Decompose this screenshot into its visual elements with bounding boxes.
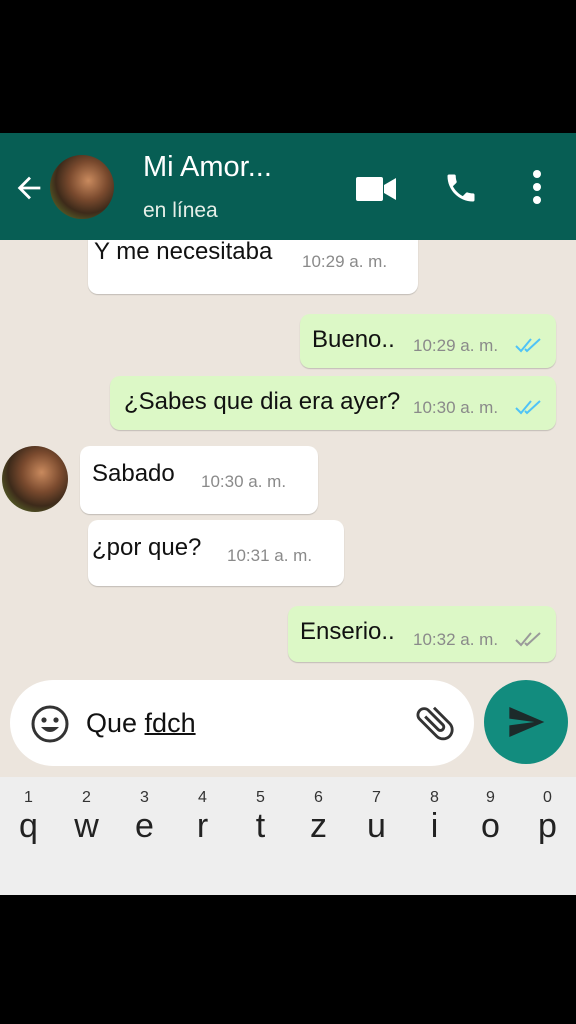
read-ticks-icon [515,338,541,353]
key-number: 4 [198,789,207,806]
delivered-ticks-icon [515,632,541,647]
key-number: 2 [82,789,91,806]
key-u[interactable]: 7 u [348,777,405,895]
back-arrow-icon[interactable] [12,171,46,205]
message-time: 10:30 a. m. [201,472,287,491]
read-ticks-icon [515,400,541,415]
key-w[interactable]: 2 w [58,777,115,895]
key-o[interactable]: 9 o [462,777,519,895]
message-time: 10:29 a. m. [302,252,388,271]
chat-header: Mi Amor... en línea [0,133,576,240]
message-text: Y me necesitaba [94,240,273,265]
key-letter: o [481,807,500,845]
message-outgoing[interactable]: Enserio.. 10:32 a. m. [288,606,556,662]
contact-status: en línea [143,199,218,222]
key-letter: w [74,807,99,845]
key-letter: r [196,807,209,845]
key-number: 6 [314,789,323,806]
key-letter: i [430,807,439,845]
key-letter: u [367,807,386,845]
message-text: Sabado [92,460,175,487]
message-text: ¿Sabes que dia era ayer? [124,388,401,415]
key-number: 7 [372,789,381,806]
phone-call-icon[interactable] [443,170,479,206]
input-text-prefix: Que [86,708,145,738]
key-number: 5 [256,789,265,806]
paperclip-icon[interactable] [412,700,458,746]
emoji-icon[interactable] [30,704,70,744]
message-time: 10:30 a. m. [413,398,499,417]
key-number: 0 [543,789,552,806]
key-letter: p [538,807,557,845]
key-z[interactable]: 6 z [290,777,347,895]
message-incoming[interactable]: ¿por que? 10:31 a. m. [88,520,344,586]
message-outgoing[interactable]: Bueno.. 10:29 a. m. [300,314,556,368]
key-letter: e [135,807,154,845]
key-r[interactable]: 4 r [174,777,231,895]
message-time: 10:29 a. m. [413,336,499,355]
send-icon [509,707,545,737]
key-letter: z [310,807,327,845]
keyboard: 1 q 2 w 3 e 4 r 5 t 6 z 7 u 8 i 9 o 0 p [0,777,576,895]
key-number: 1 [24,789,33,806]
chat-area[interactable]: Y me necesitaba 10:29 a. m. Bueno.. 10:2… [0,240,576,777]
message-text: ¿por que? [92,534,202,561]
key-letter: t [255,807,266,845]
message-outgoing[interactable]: ¿Sabes que dia era ayer? 10:30 a. m. [110,376,556,430]
input-text-underlined: fdch [144,708,196,738]
key-i[interactable]: 8 i [406,777,463,895]
message-incoming[interactable]: Y me necesitaba 10:29 a. m. [88,240,418,294]
contact-avatar[interactable] [50,155,114,219]
key-letter: q [19,807,38,845]
sender-avatar[interactable] [2,446,68,512]
contact-name[interactable]: Mi Amor... [143,151,272,184]
message-text: Bueno.. [312,326,395,353]
message-input[interactable]: Que fdch [86,708,196,739]
key-e[interactable]: 3 e [116,777,173,895]
message-incoming[interactable]: Sabado 10:30 a. m. [80,446,318,514]
key-number: 9 [486,789,495,806]
key-q[interactable]: 1 q [0,777,57,895]
key-number: 3 [140,789,149,806]
message-input-box[interactable]: Que fdch [10,680,474,766]
key-t[interactable]: 5 t [232,777,289,895]
message-time: 10:32 a. m. [413,630,499,649]
message-time: 10:31 a. m. [227,546,313,565]
key-number: 8 [430,789,439,806]
more-options-icon[interactable] [531,169,543,205]
message-text: Enserio.. [300,618,395,645]
send-button[interactable] [484,680,568,764]
video-call-icon[interactable] [356,176,396,202]
key-p[interactable]: 0 p [519,777,576,895]
